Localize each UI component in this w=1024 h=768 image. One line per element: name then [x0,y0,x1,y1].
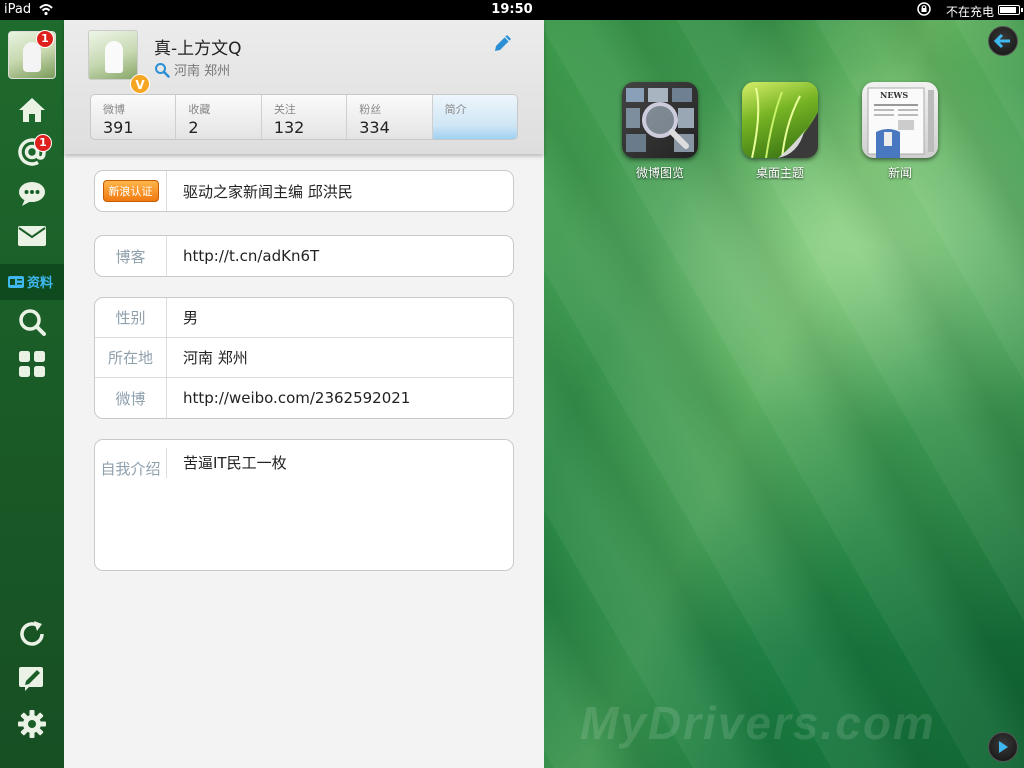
stat-label: 粉丝 [359,103,382,116]
stat-label: 关注 [273,103,296,116]
battery-icon [998,5,1023,15]
profile-name: 真-上方文Q [154,39,242,59]
weibo-value[interactable]: http://weibo.com/2362592021 [167,389,410,407]
stat-value: 391 [103,118,134,137]
refresh-icon [20,621,44,646]
status-bar: iPad 19:50 不在充电 [0,0,1024,20]
sidebar-item-home[interactable] [14,92,50,128]
verify-tag: 新浪认证 [102,180,159,202]
settings-icon [18,710,46,738]
rotation-lock-icon [917,2,931,16]
search-icon [19,309,46,336]
mentions-badge: 1 [34,134,52,152]
sidebar-item-messages[interactable] [14,218,50,254]
stat-label: 微博 [103,103,125,116]
intro-card: 自我介绍 苦逼IT民工一枚 [94,439,514,571]
profile-avatar[interactable] [88,30,138,80]
blog-label: 博客 [95,236,167,276]
weibo-gallery-icon [622,82,698,158]
app-weibo-gallery[interactable]: 微博图览 [615,82,705,181]
location-search-icon [155,62,170,78]
battery-fill [1000,7,1016,13]
avatar-figure [105,41,123,73]
news-icon: NEWS [862,82,938,158]
sidebar-profile-label: 资料 [8,272,53,291]
sidebar-profile-text: 资料 [27,276,54,291]
intro-row: 自我介绍 苦逼IT民工一枚 [95,440,513,570]
charging-status: 不在充电 [945,5,994,19]
pencil-icon [495,35,511,51]
newspaper-reader-icon: NEWS [867,87,934,158]
grass-page-curl-icon [751,87,818,158]
verification-card: 新浪认证 驱动之家新闻主编 邱洪民 [94,170,514,212]
verification-row: 新浪认证 驱动之家新闻主编 邱洪民 [95,171,513,211]
blog-card: 博客 http://t.cn/adKn6T [94,235,514,277]
weibo-row[interactable]: 微博 http://weibo.com/2362592021 [95,378,513,418]
watermark: MyDrivers.com [580,697,936,749]
stat-value: 2 [188,118,199,137]
profile-location: 河南 郑州 [154,60,230,79]
sidebar-item-apps[interactable] [14,346,50,382]
profile-stats: 微博 391 收藏 2 关注 132 粉丝 334 简介 [90,94,518,140]
stat-favorites[interactable]: 收藏 2 [176,95,262,139]
stat-label: 收藏 [188,103,211,116]
profile-header: V 真-上方文Q 河南 郑州 微博 391 收藏 2 关注 132 粉丝 334 简介 [64,20,544,154]
gender-row: 性别 男 [95,298,513,338]
profile-card-icon [8,275,24,288]
compose-button[interactable] [14,660,50,696]
stat-weibo[interactable]: 微博 391 [91,95,177,139]
mail-icon [18,226,46,246]
profile-location-text: 河南 郑州 [174,64,231,79]
blog-row[interactable]: 博客 http://t.cn/adKn6T [95,236,513,276]
app-label: 桌面主题 [755,166,804,180]
arrow-left-icon [994,33,1010,49]
back-button[interactable] [988,26,1018,56]
intro-value: 苦逼IT民工一枚 [183,454,287,472]
svg-text:NEWS: NEWS [880,90,908,100]
edit-button[interactable] [492,32,514,54]
verification-text: 驱动之家新闻主编 邱洪民 [183,182,353,201]
stat-following[interactable]: 关注 132 [262,95,348,139]
sidebar: 1 1 资料 [0,20,64,768]
profile-panel: V 真-上方文Q 河南 郑州 微博 391 收藏 2 关注 132 粉丝 334 简介 … [64,20,544,768]
app-label: 新闻 [887,166,912,180]
stat-followers[interactable]: 粉丝 334 [347,95,433,139]
avatar-badge: 1 [36,30,54,48]
compose-icon [19,667,43,691]
stat-value: 132 [273,118,305,137]
sidebar-item-comments[interactable] [14,176,50,212]
clock: 19:50 [491,2,533,17]
home-icon [19,98,45,122]
weibo-label: 微博 [95,378,167,418]
settings-button[interactable] [14,706,50,742]
app-label: 微博图览 [635,166,684,180]
stat-label: 简介 [444,103,467,116]
stat-intro[interactable]: 简介 [432,95,517,139]
location-row: 所在地 河南 郑州 [95,338,513,378]
play-icon [999,741,1008,753]
info-card: 性别 男 所在地 河南 郑州 微博 http://weibo.com/23625… [94,297,514,419]
app-news[interactable]: NEWS 新闻 [855,82,945,181]
gender-value: 男 [183,309,199,327]
verification-label: 新浪认证 [95,171,167,211]
refresh-button[interactable] [14,616,50,652]
magnifier-photos-icon [626,88,694,152]
desktop-theme-icon [742,82,818,158]
gender-label: 性别 [95,298,167,337]
chat-icon [19,182,45,206]
next-button[interactable] [988,732,1018,762]
verified-badge: V [130,74,150,94]
stat-value: 334 [359,118,390,137]
location-value: 河南 郑州 [183,349,248,367]
avatar-figure [23,42,41,72]
location-label: 所在地 [95,338,167,377]
intro-label: 自我介绍 [95,448,167,478]
sidebar-item-search[interactable] [14,304,50,340]
blog-value[interactable]: http://t.cn/adKn6T [167,247,319,265]
apps-icon [19,351,45,377]
app-desktop-theme[interactable]: 桌面主题 [735,82,825,181]
